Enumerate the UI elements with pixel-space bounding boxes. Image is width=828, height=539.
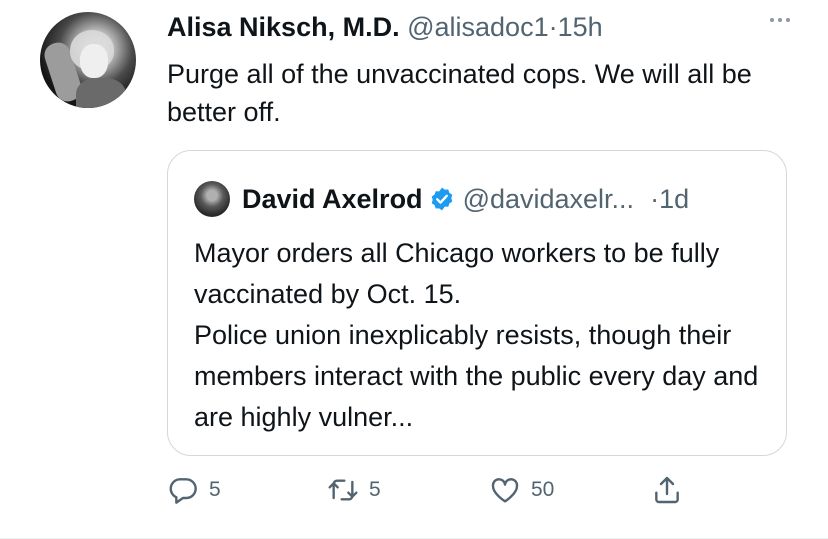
separator: · — [650, 184, 660, 214]
quoted-tweet-header: David Axelrod @davidaxelr... · 1d — [194, 181, 689, 217]
quoted-author-handle: @davidaxelr... — [462, 184, 635, 214]
verified-icon — [431, 187, 452, 211]
avatar-detail — [80, 44, 108, 78]
like-icon — [491, 478, 519, 503]
quoted-tweet-text: Mayor orders all Chicago workers to be f… — [194, 238, 759, 432]
avatar-detail — [76, 78, 126, 108]
tweet-header: Alisa Niksch, M.D. @alisadoc1·15h — [167, 10, 603, 44]
reply-count: 5 — [209, 478, 221, 501]
tweet-actions: 5 5 50 — [167, 474, 727, 514]
tweet-text: Purge all of the unvaccinated cops. We w… — [167, 59, 752, 127]
author-avatar[interactable] — [40, 12, 136, 108]
retweet-icon — [328, 479, 358, 501]
quoted-author-name: David Axelrod — [242, 184, 423, 214]
separator: · — [548, 12, 558, 42]
reply-icon — [169, 478, 197, 504]
quoted-tweet[interactable]: David Axelrod @davidaxelr... · 1d Mayor o… — [167, 150, 787, 456]
author-handle[interactable]: @alisadoc1 — [407, 12, 549, 42]
like-button[interactable]: 50 — [489, 474, 554, 506]
like-count: 50 — [531, 478, 555, 501]
more-icon[interactable] — [770, 18, 790, 22]
quoted-author-avatar — [194, 181, 230, 217]
share-button[interactable] — [651, 474, 693, 506]
tweet-time[interactable]: 15h — [558, 12, 603, 42]
share-icon — [655, 476, 679, 504]
retweet-count: 5 — [369, 478, 381, 501]
quoted-tweet-time: 1d — [659, 184, 690, 214]
reply-button[interactable]: 5 — [167, 474, 221, 506]
retweet-button[interactable]: 5 — [327, 474, 381, 506]
author-name[interactable]: Alisa Niksch, M.D. — [167, 12, 400, 42]
